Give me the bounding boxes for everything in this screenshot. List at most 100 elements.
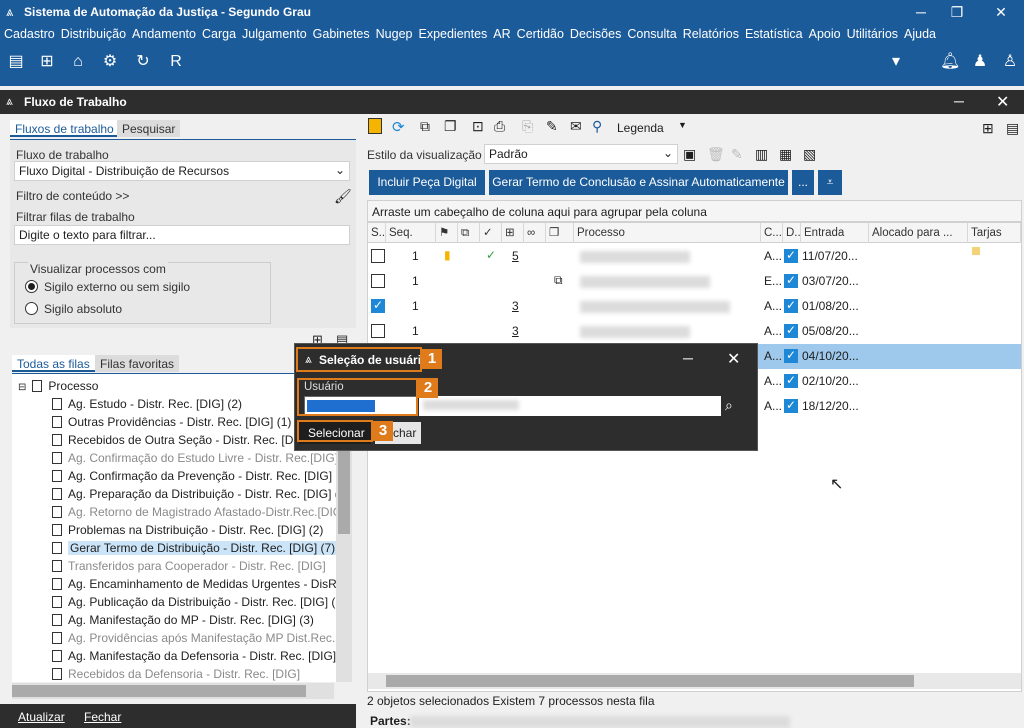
menu-item-1[interactable]: Distribuição (61, 24, 130, 44)
grid-hscroll[interactable] (368, 673, 1021, 689)
menu-item-14[interactable]: Apoio (809, 24, 845, 44)
row-checkbox[interactable] (371, 249, 385, 263)
tree-queue-item[interactable]: Recebidos da Defensoria - Distr. Rec. [D… (52, 665, 300, 682)
report-icon[interactable]: R (166, 52, 186, 72)
settings-user-icon[interactable]: ⚙ (100, 52, 120, 72)
tree-queue-item[interactable]: Outras Providências - Distr. Rec. [DIG] … (52, 413, 291, 431)
tab-search[interactable]: Pesquisar (117, 120, 181, 137)
row-checkbox[interactable] (371, 298, 385, 313)
user-find-icon[interactable]: ⚲ (592, 118, 602, 135)
row-checkbox[interactable] (371, 324, 385, 338)
col-c[interactable]: C... (761, 223, 783, 243)
row-d-checkbox[interactable] (784, 373, 798, 388)
legend-dropdown-icon[interactable]: ▼ (678, 120, 687, 130)
col-attach-icon[interactable]: ⧉ (458, 223, 480, 243)
tab-all-queues[interactable]: Todas as filas (12, 355, 95, 372)
tab-flows[interactable]: Fluxos de trabalho (10, 120, 119, 137)
new-note-icon[interactable] (368, 118, 382, 134)
col-processo[interactable]: Processo (574, 223, 761, 243)
tree-queue-item[interactable]: Ag. Confirmação da Prevenção - Distr. Re… (52, 467, 336, 485)
overflow-menu-button[interactable]: ⩡ (818, 170, 842, 195)
tab-favorite-queues[interactable]: Filas favoritas (95, 355, 180, 372)
col-d[interactable]: D... (783, 223, 801, 243)
table-row[interactable]: 1 3 A... 05/08/20... (368, 319, 1021, 344)
tree-vscroll[interactable] (336, 440, 352, 682)
content-filter-link[interactable]: Filtro de conteúdo >> (16, 189, 129, 203)
tree-queue-item[interactable]: Ag. Encaminhamento de Medidas Urgentes -… (52, 575, 336, 593)
generate-term-button[interactable]: Gerar Termo de Conclusão e Assinar Autom… (489, 170, 788, 195)
row-d-checkbox[interactable] (784, 323, 798, 338)
col-paste-icon[interactable]: ❐ (546, 223, 574, 243)
col-bookmark-icon[interactable]: ⚑ (436, 223, 458, 243)
user-name-field[interactable] (419, 396, 721, 416)
dropdown-arrow-icon[interactable]: ▾ (886, 52, 906, 72)
flow-select[interactable]: Fluxo Digital - Distribuição de Recursos… (14, 161, 350, 181)
refresh-button[interactable]: Atualizar (18, 710, 65, 724)
panel-close-icon[interactable]: ✕ (996, 92, 1009, 112)
menu-item-5[interactable]: Gabinetes (313, 24, 374, 44)
menu-item-2[interactable]: Andamento (132, 24, 200, 44)
lock-doc-icon[interactable]: ⊡ (472, 118, 484, 135)
close-window-icon[interactable]: ✕ (990, 2, 1012, 22)
save-disk-icon[interactable]: ▤ (6, 52, 26, 72)
row-d-checkbox[interactable] (784, 298, 798, 313)
tree-root[interactable]: ⊟ Processo (18, 377, 98, 395)
menu-item-8[interactable]: AR (493, 24, 514, 44)
col-tarjas[interactable]: Tarjas (968, 223, 1021, 243)
paste-icon[interactable]: ❐ (444, 118, 457, 135)
table-row[interactable]: 1 3 A... 01/08/20... (368, 294, 1021, 319)
view-style-select[interactable]: Padrão ⌄ (484, 144, 678, 164)
comment-icon[interactable]: ✉ (570, 118, 582, 135)
menu-item-9[interactable]: Certidão (517, 24, 568, 44)
include-doc-button[interactable]: Incluir Peça Digital (369, 170, 485, 195)
col-link-icon[interactable]: ∞ (524, 223, 546, 243)
print-icon[interactable]: ⎙ (494, 118, 505, 135)
menu-item-6[interactable]: Nugep (376, 24, 417, 44)
bell-icon[interactable]: 🔔︎ (940, 52, 960, 72)
col-alocado[interactable]: Alocado para ... (869, 223, 968, 243)
collapse-icon[interactable]: ⊟ (18, 382, 26, 393)
menu-item-3[interactable]: Carga (202, 24, 240, 44)
tree-queue-item[interactable]: Ag. Manifestação do MP - Distr. Rec. [DI… (52, 611, 314, 629)
tree-queue-item[interactable]: Ag. Retorno de Magistrado Afastado-Distr… (52, 503, 336, 521)
row-d-checkbox[interactable] (784, 248, 798, 263)
sync-icon[interactable]: ⟳ (392, 118, 405, 136)
tree-queue-item[interactable]: Ag. Providências após Manifestação MP Di… (52, 629, 336, 647)
restore-icon[interactable]: ❐ (946, 2, 968, 22)
menu-item-7[interactable]: Expedientes (418, 24, 491, 44)
export-icon[interactable]: ▥ (755, 146, 768, 163)
col-entrada[interactable]: Entrada (801, 223, 869, 243)
menu-item-0[interactable]: Cadastro (4, 24, 59, 44)
store-icon[interactable]: ⌂ (68, 52, 88, 72)
row-d-checkbox[interactable] (784, 273, 798, 288)
tree-queue-item[interactable]: Recebidos de Outra Seção - Distr. Rec. [… (52, 431, 327, 449)
tree-view-icon[interactable]: ⊞ (982, 120, 994, 137)
search-icon[interactable]: ⌕ (725, 397, 733, 414)
radio-external[interactable] (25, 280, 38, 293)
brush-icon[interactable]: 🖌︎ (334, 188, 352, 205)
row-d-checkbox[interactable] (784, 348, 798, 363)
legend-label[interactable]: Legenda (617, 121, 664, 135)
table-row[interactable]: 1 E... 03/07/20... ⧉ (368, 269, 1021, 294)
col-seq[interactable]: Seq. (386, 223, 436, 243)
menu-item-4[interactable]: Julgamento (242, 24, 311, 44)
row-checkbox[interactable] (371, 274, 385, 288)
row-d-checkbox[interactable] (784, 398, 798, 413)
tree-queue-item[interactable]: Transferidos para Cooperador - Distr. Re… (52, 557, 326, 575)
tree-queue-item[interactable]: Ag. Manifestação da Defensoria - Distr. … (52, 647, 336, 665)
tree-hscroll[interactable] (12, 683, 334, 699)
menu-item-16[interactable]: Ajuda (904, 24, 940, 44)
menu-item-11[interactable]: Consulta (627, 24, 680, 44)
close-button[interactable]: Fechar (84, 710, 121, 724)
queue-filter-input[interactable]: Digite o texto para filtrar... (14, 225, 350, 245)
tree-queue-item[interactable]: Ag. Estudo - Distr. Rec. [DIG] (2) (52, 395, 242, 413)
tree-queue-item[interactable]: Ag. Confirmação do Estudo Livre - Distr.… (52, 449, 336, 467)
network-icon[interactable]: ⊞ (37, 52, 57, 72)
copy-icon[interactable]: ⧉ (420, 118, 430, 135)
refresh-doc-icon[interactable]: ↻ (133, 52, 153, 72)
edit-doc-icon[interactable]: ✎ (546, 118, 558, 135)
col-tree-icon[interactable]: ⊞ (502, 223, 524, 243)
table-row[interactable]: 1 5 A... 11/07/20... ▮ ✓ (368, 244, 1021, 269)
tree-queue-item[interactable]: Ag. Publicação da Distribuição - Distr. … (52, 593, 336, 611)
list-view-icon[interactable]: ▤ (1006, 120, 1019, 137)
